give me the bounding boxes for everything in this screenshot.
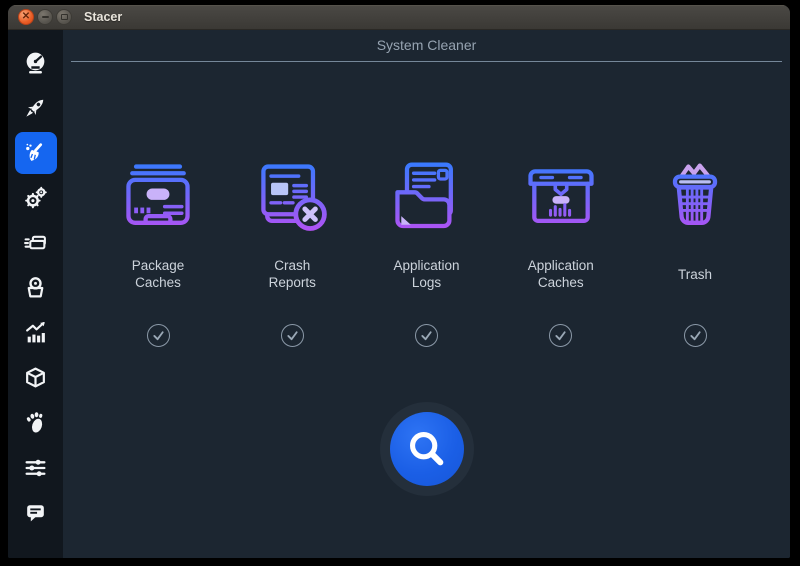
check-icon [152,329,165,342]
category-trash[interactable]: Trash [630,158,760,347]
broom-icon [23,140,48,165]
trash-icon [652,158,738,239]
category-label: Crash Reports [269,257,316,291]
stacer-window: ✕ Stacer [8,5,790,558]
application-logs-checkbox[interactable] [415,324,438,347]
trash-checkbox[interactable] [684,324,707,347]
bar-chart-icon [23,320,48,345]
stacked-folder-icon [23,230,48,255]
sidebar-item-processes[interactable] [13,220,58,265]
scan-button[interactable] [390,412,464,486]
active-item-highlight [15,132,57,174]
minimize-icon [42,16,49,18]
titlebar: ✕ Stacer [8,5,790,30]
search-icon [407,429,447,469]
crash-reports-checkbox[interactable] [281,324,304,347]
check-icon [420,329,433,342]
scan-button-halo [380,402,474,496]
window-title: Stacer [84,10,122,24]
close-icon: ✕ [22,12,30,22]
check-icon [689,329,702,342]
minimize-button[interactable] [37,9,53,25]
category-label: Application Caches [528,257,594,291]
category-crash-reports[interactable]: Crash Reports [227,158,357,347]
rocket-icon [23,95,48,120]
package-cube-icon [23,365,48,390]
sidebar [8,30,63,558]
category-label: Package Caches [132,257,185,291]
category-application-logs[interactable]: Application Logs [362,158,492,347]
sidebar-item-gnome-settings[interactable] [13,400,58,445]
page-title: System Cleaner [63,30,790,61]
category-application-caches[interactable]: Application Caches [496,158,626,347]
system-cleaner-page: System Cleaner [63,30,790,558]
maximize-icon [61,14,68,20]
check-icon [554,329,567,342]
sidebar-item-startup-apps[interactable] [13,85,58,130]
gnome-foot-icon [23,410,48,435]
sidebar-item-uninstaller[interactable] [13,265,58,310]
page-header: System Cleaner [63,30,790,62]
category-label: Application Logs [393,257,459,291]
sidebar-item-services[interactable] [13,175,58,220]
sidebar-item-packages[interactable] [13,355,58,400]
header-divider [71,61,782,62]
speedometer-icon [23,50,48,75]
application-caches-checkbox[interactable] [549,324,572,347]
check-icon [286,329,299,342]
gears-icon [23,185,48,210]
application-caches-icon [518,158,604,239]
sidebar-item-dashboard[interactable] [13,40,58,85]
maximize-button[interactable] [56,9,72,25]
category-package-caches[interactable]: Package Caches [93,158,223,347]
package-caches-checkbox[interactable] [147,324,170,347]
sidebar-item-resources[interactable] [13,310,58,355]
cleaner-categories: Package Caches [63,158,790,347]
application-logs-icon [384,158,470,239]
chat-bubble-icon [23,500,48,525]
sliders-icon [23,455,48,480]
sidebar-item-settings[interactable] [13,445,58,490]
search-box-icon [23,275,48,300]
crash-reports-icon [249,158,335,239]
sidebar-item-system-cleaner[interactable] [13,130,58,175]
close-button[interactable]: ✕ [18,9,34,25]
category-label: Trash [678,257,712,291]
package-caches-icon [115,158,201,239]
sidebar-item-feedback[interactable] [13,490,58,535]
